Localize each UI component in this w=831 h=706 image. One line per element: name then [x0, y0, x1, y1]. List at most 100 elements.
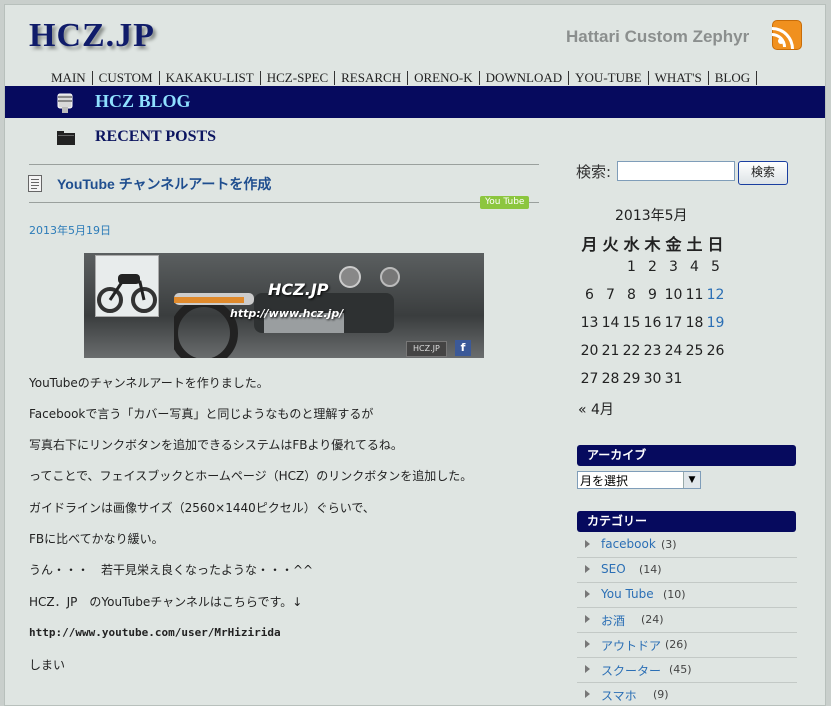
nav-item-custom[interactable]: CUSTOM [93, 71, 160, 85]
calendar-empty-cell [705, 371, 726, 387]
triangle-bullet-icon [585, 640, 590, 648]
triangle-bullet-icon [585, 540, 590, 548]
category-item[interactable]: スクーター (45) [577, 658, 797, 683]
chevron-down-icon[interactable]: ▼ [683, 472, 700, 488]
calendar-empty-cell [684, 371, 705, 387]
calendar-day: 1 [627, 259, 636, 275]
post-paragraph: ってことで、フェイスブックとホームページ（HCZ）のリンクボタンを追加した。 [29, 469, 473, 483]
category-item[interactable]: facebook (3) [577, 533, 797, 558]
calendar-day: 15 [622, 315, 641, 331]
category-item[interactable]: SEO (14) [577, 558, 797, 583]
site-tagline: Hattari Custom Zephyr [566, 27, 750, 46]
calendar-empty-cell [600, 259, 621, 275]
nav-item-resarch[interactable]: RESARCH [335, 71, 409, 85]
category-count: (24) [641, 613, 664, 626]
weekday-label: 土 [686, 235, 703, 254]
calendar-day[interactable]: 19 [705, 315, 726, 331]
divider [29, 202, 539, 203]
triangle-bullet-icon [585, 665, 590, 673]
weekday-label: 水 [623, 235, 640, 254]
post-title[interactable]: YouTube チャンネルアートを作成 [57, 174, 271, 194]
calendar-caption: 2013年5月 [615, 208, 688, 224]
nav-item-kakaku-list[interactable]: KAKAKU-LIST [160, 71, 261, 85]
calendar-day[interactable]: 12 [705, 287, 726, 303]
calendar-day: 13 [580, 315, 599, 331]
rss-feed-icon[interactable] [772, 20, 802, 50]
calendar-day: 6 [585, 287, 594, 303]
category-count: (3) [661, 538, 677, 551]
facebook-icon[interactable]: f [455, 340, 471, 356]
post-paragraph: FBに比べてかなり緩い。 [29, 532, 164, 546]
recent-posts-heading: RECENT POSTS [95, 128, 217, 145]
category-link[interactable]: お酒 [601, 612, 625, 629]
nav-item-oreno-k[interactable]: ORENO-K [408, 71, 480, 85]
piston-icon [57, 93, 73, 113]
calendar-day: 18 [685, 315, 704, 331]
triangle-bullet-icon [585, 690, 590, 698]
calendar-week-row: 13 14 15 16 17 18 19 [579, 315, 726, 331]
calendar-week-row: 12345 [579, 259, 726, 275]
banner-url: http://www.hcz.jp/ [230, 307, 344, 320]
category-item[interactable]: スマホ (9) [577, 683, 797, 705]
calendar-day: 26 [706, 343, 725, 359]
category-item[interactable]: お酒 (24) [577, 608, 797, 633]
category-link[interactable]: You Tube [601, 587, 654, 601]
post-paragraph: 写真右下にリンクボタンを追加できるシステムはFBより優れてるね。 [29, 438, 403, 452]
banner-site-link-button[interactable]: HCZ.JP [406, 341, 447, 357]
main-nav: MAIN CUSTOM KAKAKU-LIST HCZ-SPEC RESARCH… [45, 69, 758, 87]
category-count: (26) [665, 638, 688, 651]
category-link[interactable]: SEO [601, 562, 626, 576]
calendar-day: 25 [685, 343, 704, 359]
post-paragraph: YouTubeのチャンネルアートを作りました。 [29, 376, 269, 390]
channel-art-image: HCZ.JP http://www.hcz.jp/ HCZ.JP f [84, 253, 484, 358]
calendar-day: 30 [643, 371, 662, 387]
calendar-day: 11 [685, 287, 704, 303]
triangle-bullet-icon [585, 615, 590, 623]
calendar-day: 7 [606, 287, 615, 303]
youtube-channel-link[interactable]: http://www.youtube.com/user/MrHizirida [29, 626, 281, 639]
nav-item-whats[interactable]: WHAT'S [649, 71, 709, 85]
search-button[interactable]: 検索 [738, 161, 788, 185]
category-count: (9) [653, 688, 669, 701]
category-item[interactable]: アウトドア (26) [577, 633, 797, 658]
nav-item-blog[interactable]: BLOG [709, 71, 758, 85]
triangle-bullet-icon [585, 565, 590, 573]
nav-item-hcz-spec[interactable]: HCZ-SPEC [261, 71, 336, 85]
nav-item-main[interactable]: MAIN [45, 71, 93, 85]
calendar-week-row: 6 7 8 9 10 11 12 [579, 287, 726, 303]
post-paragraph: Facebookで言う「カバー写真」と同じようなものと理解するが [29, 407, 374, 421]
banner-title: HCZ.JP [268, 280, 329, 299]
weekday-label: 金 [665, 235, 682, 254]
calendar-prev-month-link[interactable]: « 4月 [578, 399, 614, 419]
category-link[interactable]: スクーター [601, 662, 661, 679]
category-link[interactable]: スマホ [601, 687, 637, 704]
calendar-day: 29 [622, 371, 641, 387]
category-count: (45) [669, 663, 692, 676]
nav-item-download[interactable]: DOWNLOAD [480, 71, 570, 85]
archive-heading: アーカイブ [577, 445, 796, 466]
calendar-week-row: 27 28 29 30 31 [579, 371, 726, 387]
calendar-day: 10 [664, 287, 683, 303]
site-logo[interactable]: HCZ.JP [29, 17, 155, 55]
blog-title[interactable]: HCZ BLOG [95, 91, 191, 112]
archive-month-select[interactable]: 月を選択 ▼ [577, 471, 701, 489]
calendar-day: 16 [643, 315, 662, 331]
category-link[interactable]: アウトドア [601, 637, 661, 654]
post-paragraph: しまい [29, 658, 66, 672]
post-paragraph: うん・・・ 若干見栄え良くなったような・・・^^ [29, 563, 314, 577]
post-tag-badge[interactable]: You Tube [480, 196, 530, 209]
calendar-week-row: 20 21 22 23 24 25 26 [579, 343, 726, 359]
category-link[interactable]: facebook [601, 537, 656, 551]
page: HCZ.JP Hattari Custom Zephyr MAIN CUSTOM… [4, 4, 826, 706]
calendar-day: 8 [627, 287, 636, 303]
calendar-day: 14 [601, 315, 620, 331]
nav-item-you-tube[interactable]: YOU-TUBE [569, 71, 649, 85]
calendar-day: 3 [669, 259, 678, 275]
search-label: 検索: [576, 163, 612, 181]
calendar-day: 27 [580, 371, 599, 387]
search-input[interactable] [617, 161, 735, 181]
category-item[interactable]: You Tube (10) [577, 583, 797, 608]
triangle-bullet-icon [585, 590, 590, 598]
calendar-day: 24 [664, 343, 683, 359]
calendar-day: 31 [664, 371, 683, 387]
